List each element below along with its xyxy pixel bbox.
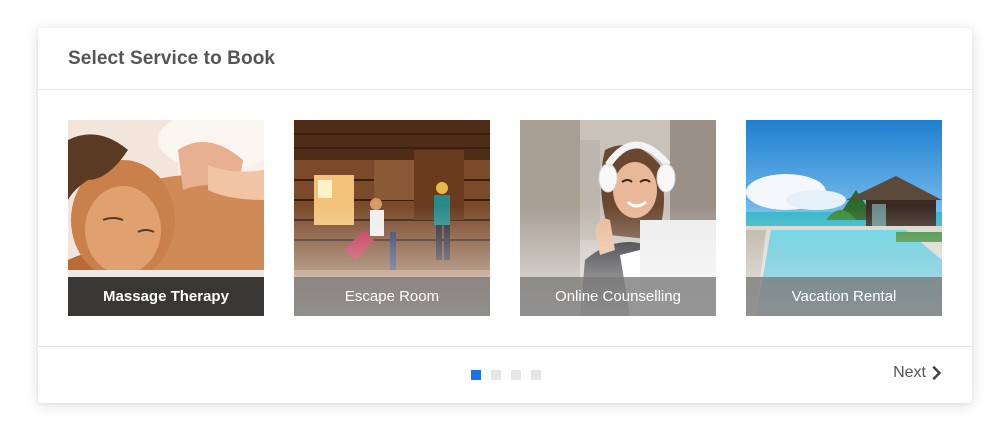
carousel-pagination [471,370,541,380]
service-tile-escape-room[interactable]: Escape Room [294,120,490,316]
service-booking-card: Select Service to Book Massage Therapy E… [38,28,972,403]
pagination-dot-2[interactable] [491,370,501,380]
page-title: Select Service to Book [68,47,276,69]
service-tile-label: Vacation Rental [746,277,942,316]
card-header: Select Service to Book [38,28,972,90]
next-button-label: Next [893,364,926,381]
pagination-dot-4[interactable] [531,370,541,380]
chevron-right-icon [932,366,942,380]
card-footer: Next [38,347,972,403]
pagination-dot-1[interactable] [471,370,481,380]
service-tile-online-counselling[interactable]: Online Counselling [520,120,716,316]
service-tile-label: Massage Therapy [68,277,264,316]
service-tile-label: Online Counselling [520,277,716,316]
service-carousel: Massage Therapy Escape Room Online Couns… [38,90,972,347]
service-tile-label: Escape Room [294,277,490,316]
service-tile-massage-therapy[interactable]: Massage Therapy [68,120,264,316]
service-tile-vacation-rental[interactable]: Vacation Rental [746,120,942,316]
next-button[interactable]: Next [893,364,942,382]
pagination-dot-3[interactable] [511,370,521,380]
